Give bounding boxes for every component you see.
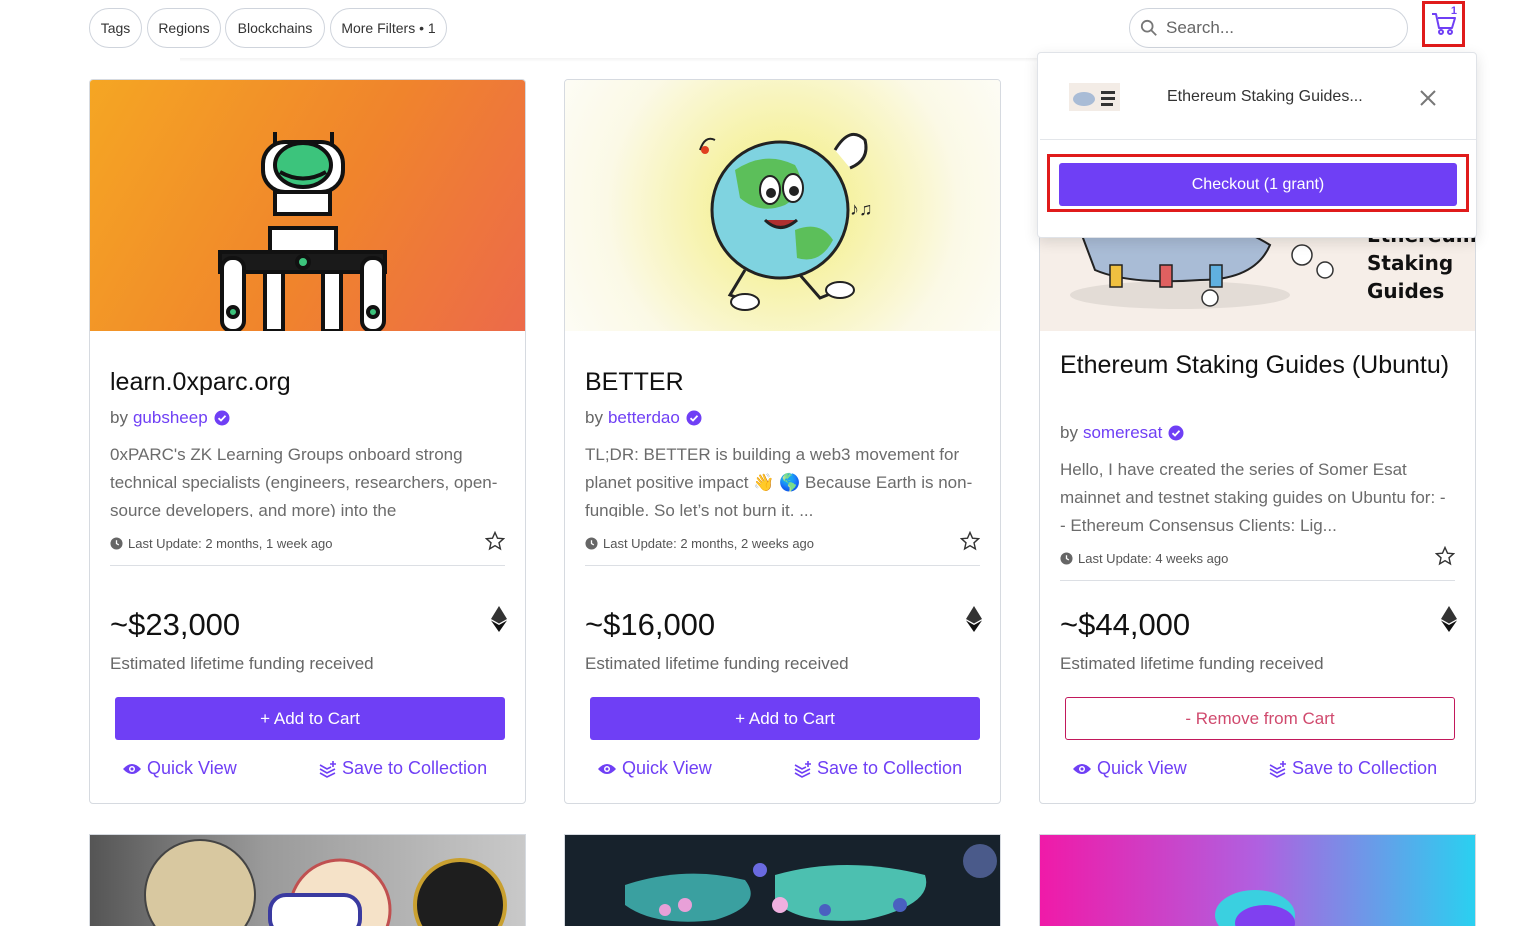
divider (110, 565, 505, 566)
quick-view-label: Quick View (622, 758, 712, 778)
collection-add-icon (319, 760, 336, 778)
banner-text-2: Staking (1367, 251, 1453, 275)
grant-card-banner[interactable] (1039, 834, 1476, 926)
blockchains-filter[interactable]: Blockchains (225, 8, 325, 48)
collection-add-icon (794, 760, 811, 778)
card-description: 0xPARC's ZK Learning Groups onboard stro… (110, 445, 498, 517)
quick-view-label: Quick View (1097, 758, 1187, 778)
card-byline: by betterdao (585, 408, 702, 428)
clock-icon (585, 537, 598, 550)
by-label: by (110, 408, 128, 427)
collection-add-icon (1269, 760, 1286, 778)
divider (1040, 139, 1476, 140)
cart-item-image (1073, 91, 1115, 106)
card-banner-image: ♪♫ (565, 80, 1000, 331)
search-input[interactable] (1166, 18, 1396, 38)
grant-card-banner[interactable] (89, 834, 526, 926)
abstract-shape-illustration (1215, 890, 1295, 926)
more-filters[interactable]: More Filters • 1 (330, 8, 447, 48)
card-byline: by someresat (1060, 423, 1184, 443)
divider (1060, 580, 1455, 581)
ethereum-icon (491, 606, 507, 632)
last-update-text: Last Update: 2 months, 2 weeks ago (603, 536, 815, 551)
last-update-text: Last Update: 4 weeks ago (1078, 551, 1229, 566)
add-to-cart-button[interactable]: + Add to Cart (115, 697, 505, 740)
eye-icon (598, 763, 616, 774)
clock-icon (110, 537, 123, 550)
add-to-cart-button[interactable]: + Add to Cart (590, 697, 980, 740)
star-icon[interactable] (485, 531, 505, 551)
save-label: Save to Collection (1292, 758, 1438, 778)
earth-mascot-illustration: ♪♫ (699, 132, 873, 311)
card-description: TL;DR: BETTER is building a web3 movemen… (585, 445, 973, 517)
funding-label: Estimated lifetime funding received (585, 654, 849, 673)
last-update: Last Update: 2 months, 2 weeks ago (585, 536, 814, 551)
svg-text:♪♫: ♪♫ (850, 199, 873, 219)
card-byline: by gubsheep (110, 408, 230, 428)
funding-label: Estimated lifetime funding received (110, 654, 374, 673)
save-to-collection-link[interactable]: Save to Collection (1268, 758, 1437, 779)
divider (585, 565, 980, 566)
grant-card: learn.0xparc.org by gubsheep 0xPARC's ZK… (89, 79, 526, 804)
card-description: Hello, I have created the series of Some… (1060, 460, 1446, 535)
last-update-text: Last Update: 2 months, 1 week ago (128, 536, 333, 551)
filter-bar: Tags Regions Blockchains More Filters • … (0, 0, 1518, 62)
quick-view-link[interactable]: Quick View (122, 758, 237, 779)
regions-filter[interactable]: Regions (147, 8, 221, 48)
badges-illustration (144, 839, 507, 926)
by-label: by (585, 408, 603, 427)
funding-amount: ~$16,000 (585, 607, 716, 642)
eye-icon (1073, 763, 1091, 774)
quick-view-link[interactable]: Quick View (1072, 758, 1187, 779)
ethereum-icon (966, 606, 982, 632)
owner-link[interactable]: betterdao (608, 408, 680, 428)
search-box (1129, 8, 1408, 48)
save-to-collection-link[interactable]: Save to Collection (793, 758, 962, 779)
quick-view-label: Quick View (147, 758, 237, 778)
banner-text-3: Guides (1367, 279, 1444, 303)
checkout-highlight: Checkout (1 grant) (1047, 154, 1469, 212)
quick-view-link[interactable]: Quick View (597, 758, 712, 779)
clock-icon (1060, 552, 1073, 565)
funding-amount: ~$44,000 (1060, 607, 1191, 642)
verified-badge-icon (214, 410, 230, 426)
by-label: by (1060, 423, 1078, 442)
save-label: Save to Collection (817, 758, 963, 778)
owner-link[interactable]: gubsheep (133, 408, 208, 428)
save-to-collection-link[interactable]: Save to Collection (318, 758, 487, 779)
close-icon[interactable] (1418, 88, 1438, 108)
grant-card: ♪♫ BETTER by betterdao TL;DR: BETTER is … (564, 79, 1001, 804)
checkout-button[interactable]: Checkout (1 grant) (1059, 163, 1457, 206)
save-label: Save to Collection (342, 758, 488, 778)
star-icon[interactable] (960, 531, 980, 551)
remove-from-cart-button[interactable]: - Remove from Cart (1065, 697, 1455, 740)
grant-card-banner[interactable] (564, 834, 1001, 926)
tags-filter[interactable]: Tags (89, 8, 142, 48)
card-title[interactable]: learn.0xparc.org (110, 367, 500, 397)
ethereum-icon (1441, 606, 1457, 632)
robot-illustration (218, 132, 387, 331)
owner-link[interactable]: someresat (1083, 423, 1162, 443)
card-title[interactable]: BETTER (585, 367, 975, 397)
world-map-illustration (625, 844, 997, 922)
verified-badge-icon (686, 410, 702, 426)
cart-item-name: Ethereum Staking Guides... (1167, 88, 1363, 105)
funding-amount: ~$23,000 (110, 607, 241, 642)
verified-badge-icon (1168, 425, 1184, 441)
eye-icon (123, 763, 141, 774)
last-update: Last Update: 2 months, 1 week ago (110, 536, 333, 551)
star-icon[interactable] (1435, 546, 1455, 566)
cart-button[interactable]: 1 (1422, 1, 1465, 47)
card-banner-image (90, 80, 525, 331)
search-icon (1140, 19, 1157, 36)
card-title[interactable]: Ethereum Staking Guides (Ubuntu) (1060, 350, 1450, 380)
cart-dropdown: Ethereum Staking Guides... Checkout (1 g… (1037, 52, 1477, 238)
last-update: Last Update: 4 weeks ago (1060, 551, 1228, 566)
funding-label: Estimated lifetime funding received (1060, 654, 1324, 673)
bar-shadow (180, 58, 1040, 62)
cart-item-thumbnail (1069, 83, 1120, 111)
cart-count-badge: 1 (1450, 5, 1457, 17)
